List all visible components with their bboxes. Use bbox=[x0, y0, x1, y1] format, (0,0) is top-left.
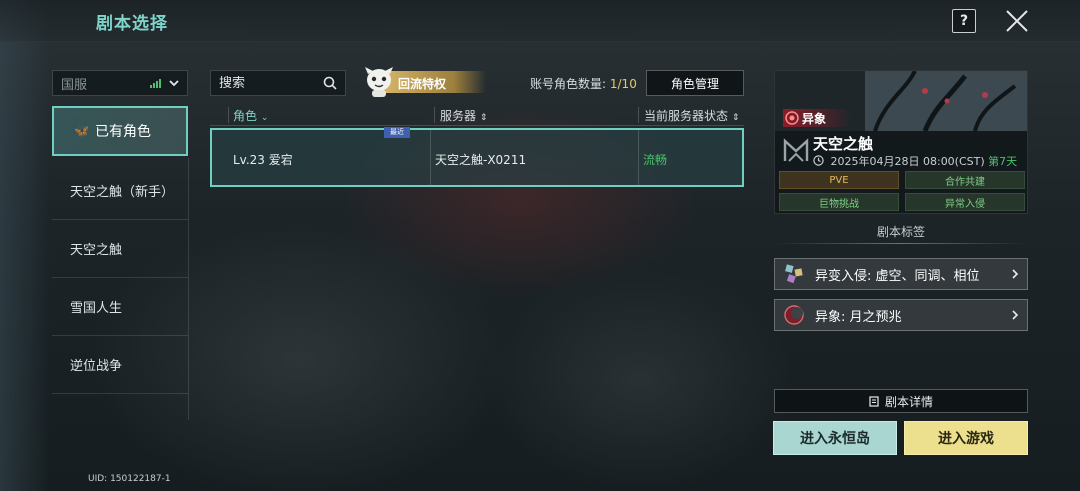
script-item-reverse-war[interactable]: 逆位战争 bbox=[52, 336, 188, 394]
script-logo-icon bbox=[783, 138, 809, 162]
script-details-button[interactable]: 剧本详情 bbox=[774, 389, 1028, 413]
column-header-character-label: 角色 bbox=[233, 109, 258, 123]
feature-tag-coop: 合作共建 bbox=[905, 171, 1025, 189]
role-management-button[interactable]: 角色管理 bbox=[646, 70, 744, 96]
cubes-icon bbox=[785, 264, 803, 284]
script-card[interactable]: 异象 天空之触 2025年04月28日 08:00(CST) 第7天 PVE 合… bbox=[774, 70, 1028, 214]
column-header-character[interactable]: 角色 ⌄ bbox=[233, 107, 268, 124]
search-input[interactable] bbox=[219, 75, 323, 91]
cell-separator bbox=[430, 130, 431, 185]
script-title: 天空之触 bbox=[813, 135, 874, 153]
region-label: 国服 bbox=[61, 77, 88, 93]
sort-updown-icon: ⇕ bbox=[731, 113, 740, 123]
sort-chevron-icon: ⌄ bbox=[260, 113, 269, 123]
return-privilege-label: 回流特权 bbox=[398, 77, 447, 91]
script-start-date: 2025年04月28日 08:00(CST) 第7天 bbox=[813, 153, 1017, 169]
background-edge bbox=[0, 0, 50, 491]
feature-tag-giant-challenge: 巨物挑战 bbox=[779, 193, 899, 211]
sort-updown-icon: ⇕ bbox=[479, 113, 488, 123]
title-bar: 剧本选择 ? bbox=[0, 0, 1080, 42]
clock-icon bbox=[813, 155, 824, 166]
column-header-status-label: 当前服务器状态 bbox=[644, 109, 729, 123]
account-character-count: 账号角色数量: 1/10 bbox=[530, 75, 637, 92]
anomaly-icon bbox=[785, 111, 799, 125]
script-tags-heading: 剧本标签 bbox=[876, 225, 925, 239]
enter-game-button[interactable]: 进入游戏 bbox=[904, 421, 1028, 455]
feature-tag-pve: PVE bbox=[779, 171, 899, 189]
column-separator bbox=[434, 107, 435, 123]
chevron-right-icon bbox=[1012, 269, 1019, 279]
server-name: 天空之触-X0211 bbox=[435, 153, 527, 167]
feature-tag-invasion: 异常入侵 bbox=[905, 193, 1025, 211]
script-day-count: 第7天 bbox=[988, 155, 1018, 168]
script-tag-mutation-invasion[interactable]: 异变入侵: 虚空、同调、相位 bbox=[774, 258, 1028, 290]
script-details-label: 剧本详情 bbox=[884, 394, 933, 409]
server-status: 流畅 bbox=[643, 153, 668, 167]
anomaly-badge: 异象 bbox=[783, 109, 851, 127]
column-header-server[interactable]: 服务器 ⇕ bbox=[440, 107, 487, 124]
owned-characters-tab[interactable]: 🦋 已有角色 bbox=[52, 106, 188, 156]
script-item-sky-touch[interactable]: 天空之触 bbox=[52, 220, 188, 278]
character-name: Lv.23 爱宕 bbox=[233, 153, 293, 167]
chevron-right-icon bbox=[1012, 310, 1019, 320]
column-header-server-label: 服务器 bbox=[440, 109, 477, 123]
script-tag-label: 异变入侵: 虚空、同调、相位 bbox=[815, 268, 980, 284]
moon-omen-icon bbox=[784, 305, 804, 325]
page-title: 剧本选择 bbox=[96, 14, 168, 34]
cell-separator bbox=[638, 130, 639, 185]
signal-icon bbox=[150, 78, 161, 88]
mascot-icon bbox=[365, 67, 393, 97]
column-separator bbox=[638, 107, 639, 123]
owned-characters-label: 已有角色 bbox=[94, 124, 151, 140]
character-table-header: 角色 ⌄ 服务器 ⇕ 当前服务器状态 ⇕ bbox=[210, 104, 744, 126]
script-date-text: 2025年04月28日 08:00(CST) bbox=[830, 155, 985, 168]
document-icon bbox=[869, 395, 879, 407]
search-box[interactable] bbox=[210, 70, 346, 96]
script-tag-moon-omen[interactable]: 异象: 月之预兆 bbox=[774, 299, 1028, 331]
anomaly-label: 异象 bbox=[802, 111, 827, 126]
uid-label: UID: 150122187-1 bbox=[88, 474, 171, 484]
table-row[interactable]: Lv.23 爱宕 天空之触-X0211 流畅 bbox=[210, 128, 744, 187]
enter-eternal-island-button[interactable]: 进入永恒岛 bbox=[773, 421, 897, 455]
account-count-label: 账号角色数量: bbox=[530, 77, 607, 91]
heading-divider bbox=[774, 243, 1028, 244]
region-select[interactable]: 国服 bbox=[52, 70, 188, 96]
column-header-status[interactable]: 当前服务器状态 ⇕ bbox=[644, 107, 739, 124]
help-button[interactable]: ? bbox=[952, 9, 976, 33]
recent-badge: 最近 bbox=[384, 127, 410, 138]
close-icon[interactable] bbox=[1004, 8, 1030, 34]
chevron-down-icon bbox=[169, 80, 179, 87]
script-item-sky-touch-novice[interactable]: 天空之触（新手） bbox=[52, 162, 188, 220]
script-item-snow-country[interactable]: 雪国人生 bbox=[52, 278, 188, 336]
column-separator bbox=[228, 107, 229, 123]
return-privilege-button[interactable]: 回流特权 bbox=[362, 66, 486, 97]
script-tag-label: 异象: 月之预兆 bbox=[815, 309, 902, 325]
left-list-divider bbox=[188, 158, 189, 420]
butterfly-icon: 🦋 bbox=[74, 124, 89, 138]
search-icon[interactable] bbox=[323, 76, 337, 90]
account-count-value: 1/10 bbox=[609, 77, 637, 91]
